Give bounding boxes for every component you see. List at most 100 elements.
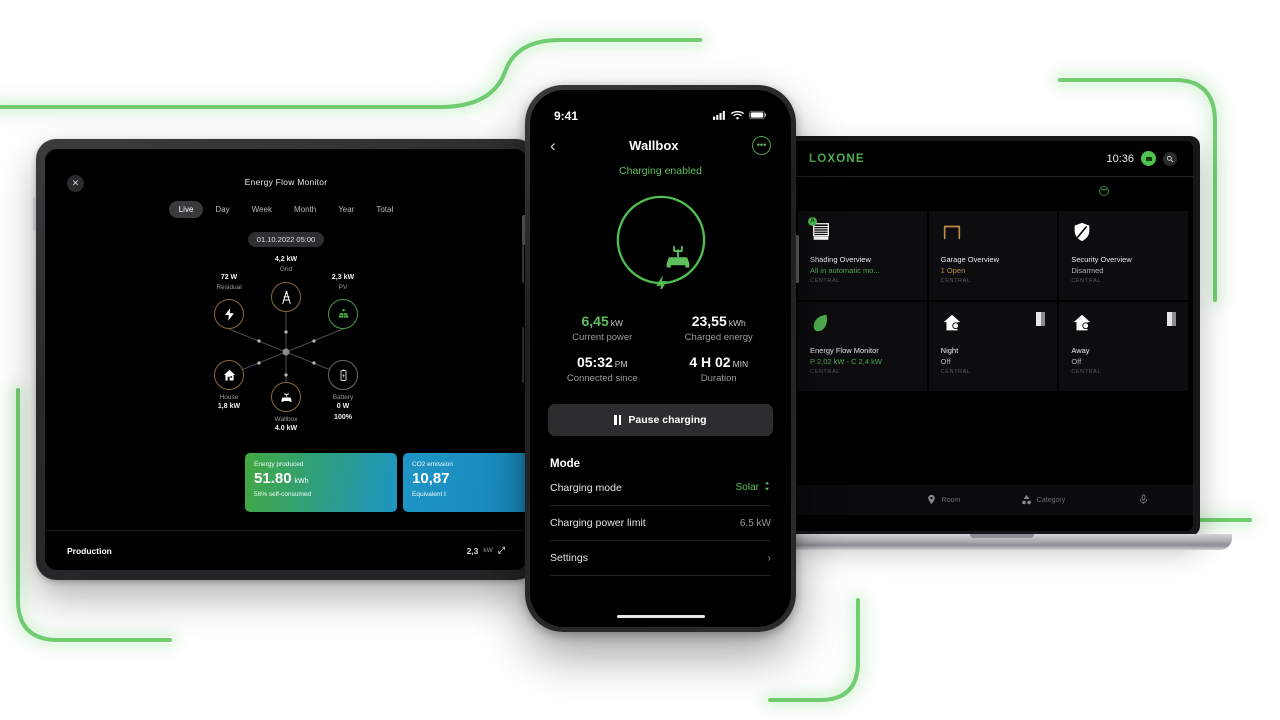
tile-energy-flow-monitor[interactable]: Energy Flow Monitor P 2,02 kW - C 2,4 kW… [798, 302, 927, 391]
tile-title: Security Overview [1071, 255, 1132, 264]
location-pin-icon [926, 494, 937, 507]
automatic-badge-icon: A [808, 217, 817, 226]
scrollbar-thumb[interactable] [522, 245, 524, 283]
kpi-label: Connected since [566, 373, 638, 384]
blinds-icon [810, 221, 915, 253]
chevron-left-icon[interactable]: ‹ [550, 137, 556, 154]
expand-icon[interactable]: ⤢ [498, 545, 505, 556]
tile-room: CENTRAL [940, 278, 971, 284]
energy-flow-diagram: 4,2 kW Grid 2,3 kW PV 72 W Residual Batt… [171, 256, 401, 447]
summary-cards: Energy produced 51.80 kWh 56% self-consum… [245, 453, 527, 512]
card-value: 10,87 [412, 470, 450, 487]
tile-status: 1 Open [940, 266, 966, 275]
page-title: Wallbox [629, 138, 679, 153]
tablet-screen: ✕ Energy Flow Monitor Live Day Week Mont… [45, 149, 527, 570]
segment-week[interactable]: Week [242, 201, 282, 218]
tile-away[interactable]: Away Off CENTRAL [1059, 302, 1188, 391]
lightning-bolt-icon[interactable] [214, 299, 244, 329]
kpi-label: Charged energy [684, 332, 753, 343]
tile-security-overview[interactable]: Security Overview Disarmed CENTRAL [1059, 211, 1188, 300]
pause-charging-button[interactable]: Pause charging [548, 404, 773, 436]
home-indicator[interactable] [616, 614, 705, 618]
microphone-icon [1138, 494, 1149, 507]
green-status-icon[interactable] [1141, 151, 1156, 166]
loxone-logo: LOXONE [809, 152, 865, 165]
card-title: Energy produced [254, 461, 304, 468]
segment-day[interactable]: Day [205, 201, 239, 218]
pause-icon [614, 415, 622, 425]
screenshot-root: LOXONE 10:36 ••• A Shading Overview All … [0, 0, 1280, 720]
charging-status-text: Charging enabled [619, 165, 702, 177]
pause-button-label: Pause charging [628, 414, 707, 426]
phone-status-icons [713, 107, 767, 125]
timeframe-segmented-control: Live Day Week Month Year Total [45, 201, 527, 218]
nav-label: Room [941, 496, 961, 504]
more-options-icon[interactable]: ••• [752, 136, 771, 155]
stepper-icon[interactable] [763, 481, 771, 494]
search-icon[interactable] [1163, 151, 1177, 166]
wifi-icon [731, 107, 744, 125]
tile-shading-overview[interactable]: A Shading Overview All in automatic mo..… [798, 211, 927, 300]
shield-icon [1071, 221, 1176, 253]
battery-icon[interactable] [328, 360, 358, 390]
tile-status: Off [1071, 357, 1082, 366]
solar-panel-icon[interactable] [328, 299, 358, 329]
tile-status: Disarmed [1071, 266, 1104, 275]
laptop-topbar: LOXONE 10:36 [793, 141, 1193, 177]
nav-item-room[interactable]: Room [893, 494, 993, 507]
tile-status: All in automatic mo... [810, 266, 880, 275]
blind-indicator-icon [1167, 312, 1176, 326]
segment-year[interactable]: Year [328, 201, 364, 218]
phone-clock: 9:41 [554, 109, 579, 123]
segment-live[interactable]: Live [168, 201, 204, 218]
battery-full-icon [749, 107, 767, 125]
charging-ring[interactable] [612, 191, 710, 289]
tile-room: CENTRAL [1071, 369, 1102, 375]
row-charging-mode[interactable]: Charging mode Solar [550, 470, 771, 506]
house-icon[interactable] [214, 360, 244, 390]
row-value-group: Solar [736, 481, 771, 494]
row-value: 6.5 kW [739, 517, 771, 529]
kpi-value: 23,55 kWh [691, 313, 746, 329]
kpi-value: 6,45 kW [581, 313, 624, 329]
phone-nav-bar: ‹ Wallbox ••• [530, 132, 791, 155]
house-label: House 1,8 kW [217, 394, 241, 411]
charging-kpis: 6,45 kW Current power 23,55 kWh Charged en… [530, 313, 791, 384]
card-footer: Equivalent t [412, 491, 446, 498]
kpi-current-power: 6,45 kW Current power [544, 313, 661, 343]
segment-total[interactable]: Total [366, 201, 403, 218]
tile-status: Off [940, 357, 951, 366]
row-label: Charging power limit [550, 517, 646, 529]
laptop-subheader: ••• [793, 177, 1193, 211]
wallbox-car-icon[interactable] [271, 382, 301, 412]
laptop-screen: LOXONE 10:36 ••• A Shading Overview All … [793, 141, 1193, 531]
chevron-right-icon[interactable]: › [768, 553, 771, 564]
row-charging-power-limit[interactable]: Charging power limit 6.5 kW [550, 506, 771, 541]
phone-device: 9:41 ‹ Wallbox ••• Charging enabled 6,45… [522, 85, 799, 632]
scrollbar-track[interactable] [522, 327, 524, 383]
tile-night[interactable]: Night Off CENTRAL [928, 302, 1058, 391]
row-settings[interactable]: Settings › [550, 541, 771, 576]
category-icon [1021, 494, 1032, 507]
energy-produced-card[interactable]: Energy produced 51.80 kWh 56% self-consum… [245, 453, 397, 512]
segment-month[interactable]: Month [284, 201, 326, 218]
card-footer: 56% self-consumed [254, 491, 312, 498]
nav-item-microphone[interactable] [1093, 494, 1193, 507]
row-label: Charging mode [550, 481, 622, 494]
phone-notch [614, 90, 707, 111]
nav-item-category[interactable]: Category [993, 494, 1093, 507]
page-title: Energy Flow Monitor [244, 177, 328, 187]
production-value: 2,3 [466, 545, 479, 556]
grid-tower-icon[interactable] [271, 282, 301, 312]
residual-label: 72 W Residual [216, 274, 242, 292]
production-value-group: 2,3 kW ⤢ [467, 545, 505, 556]
tile-garage-overview[interactable]: Garage Overview 1 Open CENTRAL [928, 211, 1058, 300]
date-chip[interactable]: 01.10.2022 05:00 [45, 229, 527, 247]
co2-emission-card[interactable]: CO2 emission 10,87 Equivalent t [403, 453, 527, 512]
card-title: CO2 emission [412, 461, 453, 468]
more-options-icon[interactable]: ••• [1099, 186, 1109, 196]
laptop-lid: LOXONE 10:36 ••• A Shading Overview All … [790, 136, 1200, 536]
tile-room: CENTRAL [1071, 278, 1102, 284]
tile-room: CENTRAL [940, 369, 971, 375]
blind-indicator-icon [1036, 312, 1046, 326]
